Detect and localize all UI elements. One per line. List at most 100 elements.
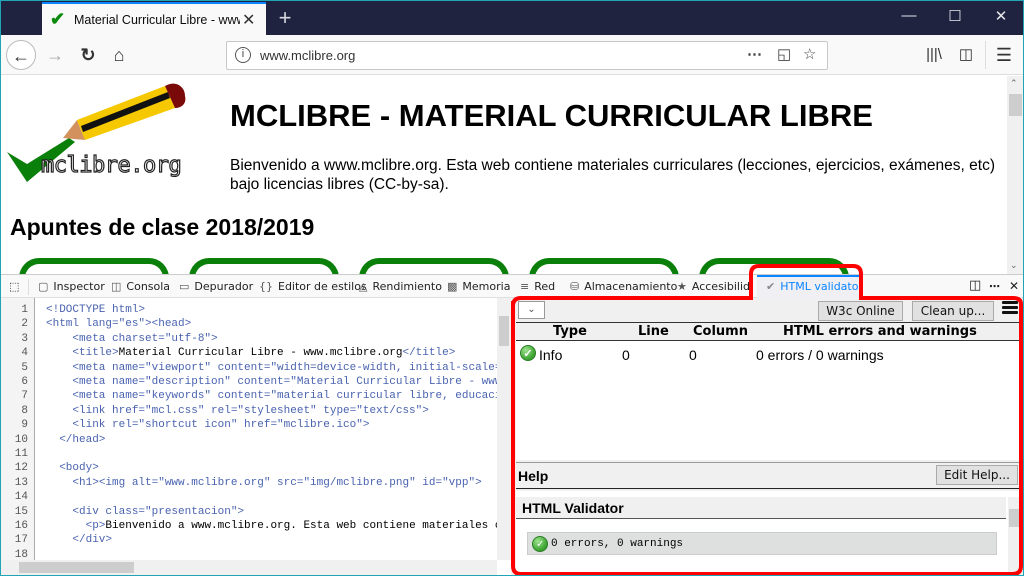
line-number: 6 — [21, 376, 28, 388]
sidebar-button[interactable]: ◫ — [951, 40, 981, 70]
home-button[interactable]: ⌂ — [104, 40, 134, 70]
course-card[interactable] — [189, 258, 339, 274]
source-selector[interactable]: ⌄ — [518, 301, 545, 319]
source-vscrollbar[interactable] — [497, 298, 511, 560]
page-scrollbar[interactable]: ⌃ ⌄ — [1007, 76, 1023, 274]
scroll-down-icon[interactable]: ⌄ — [1010, 260, 1018, 271]
cell-type: Info — [539, 347, 563, 363]
code-line[interactable]: <div class="presentacion"> — [46, 506, 244, 518]
maximize-button[interactable]: ☐ — [935, 7, 975, 25]
code-line[interactable]: <meta charset="utf-8"> — [46, 333, 217, 345]
line-number: 15 — [14, 505, 28, 518]
code-line[interactable]: </div> — [46, 534, 112, 546]
code-line[interactable]: <title>Material Curricular Libre - www.m… — [46, 347, 455, 359]
element-picker-icon[interactable]: ⬚ — [9, 280, 19, 293]
menu-button[interactable]: ☰ — [989, 40, 1019, 70]
home-icon: ⌂ — [113, 45, 125, 65]
w3c-online-button[interactable]: W3c Online — [818, 301, 903, 321]
code-line[interactable]: <h1><img alt="www.mclibre.org" src="img/… — [46, 477, 481, 489]
hamburger-menu-icon[interactable] — [1002, 301, 1018, 316]
line-number: 10 — [14, 433, 28, 446]
ok-check-icon: ✓ — [520, 344, 536, 361]
help-bar: Help Edit Help... — [516, 462, 1020, 489]
close-window-button[interactable]: ✕ — [981, 7, 1021, 25]
forward-button[interactable]: → — [40, 40, 70, 70]
tab-inspector[interactable]: ▢ Inspector — [38, 280, 105, 293]
source-view: 1 2 3 4 5 6 7 8 9 10 11 12 13 14 15 16 17 18 <!DOCTYPE ht… — [1, 298, 511, 575]
library-button[interactable]: |||\ — [919, 40, 949, 70]
ok-check-icon: ✓ — [532, 535, 548, 552]
tab-style-editor[interactable]: {} Editor de estilos — [259, 280, 367, 293]
tab-html-validator[interactable]: ✔ HTML validator — [766, 280, 863, 293]
tab-storage[interactable]: ⛁ Almacenamiento — [570, 280, 677, 293]
scroll-up-icon[interactable]: ⌃ — [1010, 78, 1018, 89]
code-line[interactable]: <!DOCTYPE html> — [46, 304, 145, 316]
course-card[interactable] — [359, 258, 509, 274]
edit-help-button[interactable]: Edit Help... — [936, 465, 1018, 485]
url-bar[interactable]: i www.mclibre.org ⋯ ◱ ☆ — [226, 41, 828, 70]
tab-performance[interactable]: ◬ Rendimiento — [359, 280, 442, 293]
close-tab-icon[interactable]: ✕ — [242, 10, 255, 30]
page-actions-icon[interactable]: ⋯ — [747, 45, 762, 63]
site-info-icon[interactable]: i — [235, 47, 251, 63]
code-line[interactable]: <link href="mcl.css" rel="stylesheet" ty… — [46, 405, 428, 417]
browser-tab[interactable]: ✔ Material Curricular Libre - www.mclibr… — [42, 2, 266, 35]
help-title: HTML Validator — [516, 497, 1006, 519]
code-line[interactable]: <meta name="description" content="Materi… — [46, 376, 497, 388]
line-number: 3 — [21, 332, 28, 345]
scroll-thumb[interactable] — [19, 562, 134, 573]
scroll-thumb[interactable] — [1009, 509, 1019, 527]
close-devtools-icon[interactable]: ✕ — [1009, 279, 1019, 293]
section-heading: Apuntes de clase 2018/2019 — [10, 214, 315, 240]
line-number: 11 — [14, 448, 28, 460]
help-scrollbar[interactable] — [1008, 497, 1020, 575]
code-line[interactable]: <html lang="es"><head> — [46, 318, 191, 330]
bookmark-star-icon[interactable]: ☆ — [803, 45, 816, 63]
pocket-icon[interactable]: ◱ — [777, 45, 791, 63]
checkmark-icon: ✔ — [50, 9, 66, 29]
code-line[interactable]: <link rel="shortcut icon" href="mclibre.… — [46, 419, 369, 431]
more-options-icon[interactable]: ⋯ — [989, 280, 1000, 293]
accessibility-icon: ★ — [677, 280, 687, 293]
results-table: Type Line Column HTML errors and warning… — [516, 322, 1020, 460]
column-header-column[interactable]: Column — [693, 324, 748, 339]
reload-button[interactable]: ↻ — [73, 40, 103, 70]
course-card[interactable] — [699, 258, 849, 274]
tab-debugger[interactable]: ▭ Depurador — [179, 280, 253, 293]
tab-console[interactable]: ◫ Consola — [111, 280, 170, 293]
column-header-type[interactable]: Type — [553, 324, 587, 339]
url-text[interactable]: www.mclibre.org — [260, 48, 355, 63]
column-header-line[interactable]: Line — [638, 324, 669, 339]
line-number: 7 — [21, 390, 28, 403]
performance-icon: ◬ — [359, 280, 368, 293]
line-number: 9 — [21, 419, 28, 432]
code-line[interactable]: </head> — [46, 434, 105, 446]
new-tab-button[interactable]: + — [273, 5, 297, 31]
scroll-thumb[interactable] — [499, 316, 509, 346]
tab-network[interactable]: ≡ Red — [520, 280, 555, 293]
navigation-bar: ← → ↻ ⌂ i www.mclibre.org ⋯ ◱ ☆ |||\ ◫ ☰ — [1, 35, 1023, 75]
course-card[interactable] — [19, 258, 169, 274]
storage-icon: ⛁ — [570, 280, 580, 293]
column-header-message[interactable]: HTML errors and warnings — [783, 324, 977, 339]
course-card[interactable] — [529, 258, 679, 274]
intro-paragraph: Bienvenido a www.mclibre.org. Esta web c… — [230, 157, 995, 193]
line-number: 4 — [21, 347, 28, 360]
tab-accessibility[interactable]: ★Accesibilidad — [677, 280, 749, 293]
line-number: 5 — [21, 361, 28, 374]
code-line[interactable]: <body> — [46, 462, 99, 474]
code-line[interactable]: <meta name="keywords" content="material … — [46, 390, 497, 402]
logo-text: mclibre.org — [40, 152, 182, 178]
source-hscrollbar[interactable] — [1, 560, 497, 575]
menu-icon: ☰ — [995, 45, 1013, 65]
toolbar-divider — [28, 279, 29, 295]
cleanup-button[interactable]: Clean up... — [912, 301, 994, 321]
code-line[interactable]: <meta name="viewport" content="width=dev… — [46, 362, 497, 374]
scroll-thumb[interactable] — [1009, 94, 1022, 116]
back-button[interactable]: ← — [6, 40, 36, 70]
code-area[interactable]: <!DOCTYPE html> <html lang="es"><head> <m… — [35, 298, 497, 560]
minimize-button[interactable]: — — [889, 7, 929, 24]
dock-side-icon[interactable]: ◫ — [969, 278, 981, 293]
code-line[interactable]: <p>Bienvenido a www.mclibre.org. Esta we… — [46, 520, 497, 532]
tab-memory[interactable]: ▩ Memoria — [447, 280, 510, 293]
